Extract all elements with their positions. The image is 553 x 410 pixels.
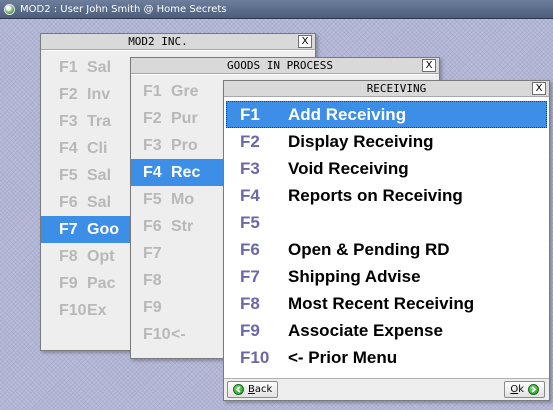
app-logo-icon <box>4 3 15 15</box>
receiving-menu-key: F3 <box>240 158 260 178</box>
goods-menu-key: F8 <box>143 271 162 289</box>
receiving-menu-item-f1[interactable]: F1 Add Receiving <box>226 101 547 128</box>
mod2-menu-key: F2 <box>59 85 78 103</box>
mod2-menu-label: Cli <box>87 139 108 157</box>
receiving-footer: Back Ok <box>224 378 549 400</box>
mod2-menu-label: Ex <box>87 301 107 319</box>
ok-button-label: Ok <box>510 384 524 395</box>
mod2-menu-label: Inv <box>87 85 111 103</box>
receiving-menu-item-f2[interactable]: F2 Display Receiving <box>226 128 547 155</box>
receiving-menu-key: F9 <box>240 320 260 340</box>
receiving-menu-item-f5[interactable]: F5 <box>226 209 547 236</box>
back-button[interactable]: Back <box>227 381 279 398</box>
receiving-close-button[interactable]: X <box>532 82 546 95</box>
mod2-menu-key: F7 <box>59 220 78 238</box>
goods-menu-key: F9 <box>143 298 162 316</box>
goods-menu-label: <- <box>171 325 186 343</box>
receiving-menu-key: F1 <box>240 104 260 124</box>
receiving-menu-key: F6 <box>240 239 260 259</box>
os-window-title: MOD2 : User John Smith @ Home Secrets <box>20 3 227 15</box>
goods-menu-key: F2 <box>143 109 162 127</box>
receiving-titlebar: RECEIVING X <box>224 81 549 97</box>
mod2-menu-key: F10 <box>59 301 87 319</box>
ok-button[interactable]: Ok <box>504 381 545 398</box>
mod2-close-button[interactable]: X <box>298 35 312 48</box>
goods-titlebar: GOODS IN PROCESS X <box>131 58 439 74</box>
receiving-menu-item-f10[interactable]: F10 <- Prior Menu <box>226 344 547 371</box>
receiving-menu-item-f8[interactable]: F8 Most Recent Receiving <box>226 290 547 317</box>
mod2-menu-label: Goo <box>87 220 119 238</box>
goods-menu-label: Str <box>171 217 194 235</box>
goods-menu-key: F4 <box>143 163 162 181</box>
goods-menu-key: F10 <box>143 325 171 343</box>
mod2-title: MOD2 INC. <box>128 35 188 48</box>
goods-title: GOODS IN PROCESS <box>227 59 333 72</box>
ok-arrow-icon <box>528 384 539 395</box>
mod2-menu-label: Pac <box>87 274 116 292</box>
mod2-menu-key: F3 <box>59 112 78 130</box>
mod2-menu-label: Opt <box>87 247 115 265</box>
mod2-menu-key: F6 <box>59 193 78 211</box>
mod2-menu-key: F8 <box>59 247 78 265</box>
back-button-label: Back <box>248 384 273 395</box>
receiving-menu-label: Reports on Receiving <box>288 185 463 205</box>
receiving-menu-label: Shipping Advise <box>288 266 421 286</box>
mod2-menu-label: Sal <box>87 58 112 76</box>
mod2-menu-key: F5 <box>59 166 78 184</box>
goods-menu-key: F7 <box>143 244 162 262</box>
back-arrow-icon <box>233 384 244 395</box>
receiving-menu-item-f4[interactable]: F4 Reports on Receiving <box>226 182 547 209</box>
mod2-menu-label: Sal <box>87 193 112 211</box>
receiving-menu-item-f6[interactable]: F6 Open & Pending RD <box>226 236 547 263</box>
receiving-menu-item-f3[interactable]: F3 Void Receiving <box>226 155 547 182</box>
receiving-menu-label: Open & Pending RD <box>288 239 450 259</box>
mod2-menu-key: F4 <box>59 139 78 157</box>
receiving-menu-key: F8 <box>240 293 260 313</box>
receiving-menu-key: F10 <box>240 347 270 367</box>
mod2-titlebar: MOD2 INC. X <box>41 34 315 50</box>
receiving-menu-key: F5 <box>240 212 260 232</box>
receiving-menu-label: Display Receiving <box>288 131 434 151</box>
receiving-menu-key: F4 <box>240 185 260 205</box>
goods-menu-key: F3 <box>143 136 162 154</box>
goods-menu-key: F5 <box>143 190 162 208</box>
receiving-title: RECEIVING <box>366 82 427 95</box>
goods-menu-key: F6 <box>143 217 162 235</box>
goods-close-button[interactable]: X <box>422 59 436 72</box>
goods-menu-key: F1 <box>143 82 162 100</box>
goods-menu-label: Rec <box>171 163 201 181</box>
mod2-menu-label: Sal <box>87 166 112 184</box>
goods-menu-label: Pro <box>171 136 198 154</box>
goods-menu-label: Mo <box>171 190 195 208</box>
receiving-menu-label: Add Receiving <box>288 104 407 124</box>
os-titlebar: MOD2 : User John Smith @ Home Secrets <box>0 0 553 19</box>
receiving-menu-key: F2 <box>240 131 260 151</box>
receiving-menu-label: Associate Expense <box>288 320 443 340</box>
mod2-menu-key: F1 <box>59 58 78 76</box>
receiving-window: RECEIVING X F1 Add Receiving F2 Display Rec… <box>223 80 550 401</box>
goods-menu-label: Gre <box>171 82 199 100</box>
receiving-menu-key: F7 <box>240 266 260 286</box>
receiving-menu-item-f7[interactable]: F7 Shipping Advise <box>226 263 547 290</box>
mod2-menu-label: Tra <box>87 112 112 130</box>
receiving-menu-label: Most Recent Receiving <box>288 293 475 313</box>
receiving-menu-label: <- Prior Menu <box>288 347 398 367</box>
receiving-menu-item-f9[interactable]: F9 Associate Expense <box>226 317 547 344</box>
receiving-menu-label: Void Receiving <box>288 158 409 178</box>
mod2-menu-key: F9 <box>59 274 78 292</box>
goods-menu-label: Pur <box>171 109 198 127</box>
